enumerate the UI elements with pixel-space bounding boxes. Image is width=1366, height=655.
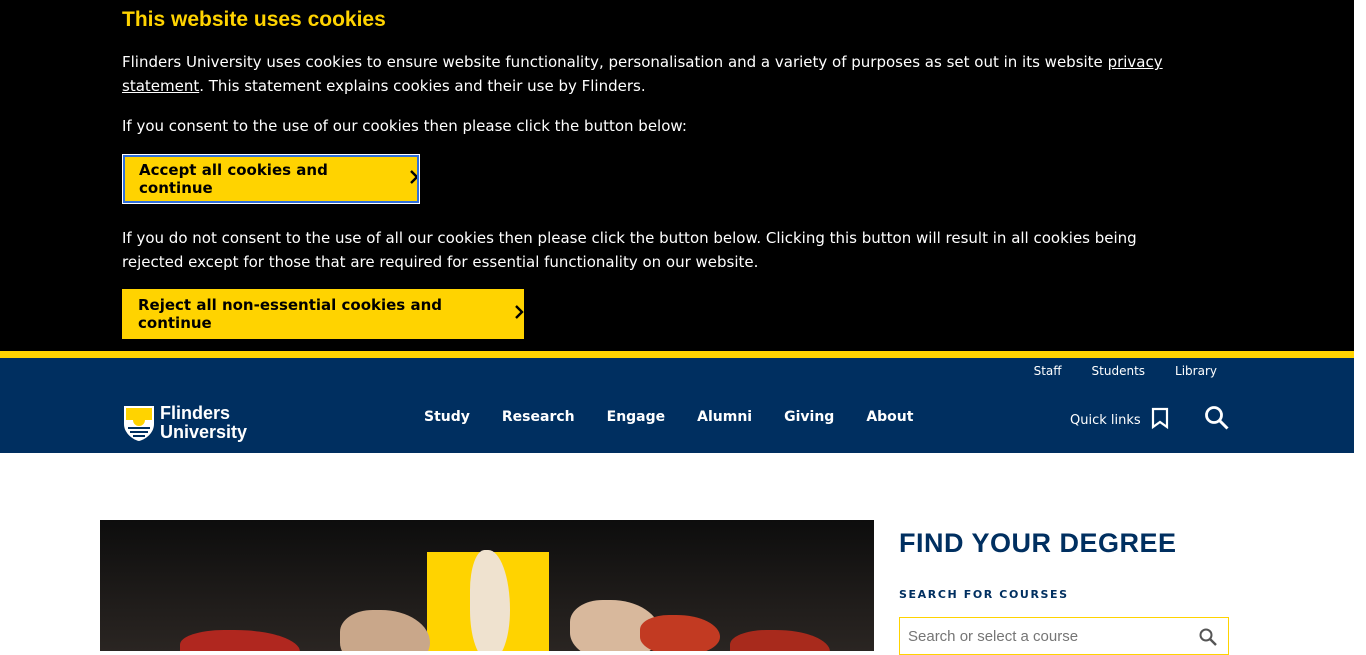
nav-item-study[interactable]: Study — [424, 409, 470, 425]
nav-item-research[interactable]: Research — [502, 409, 575, 425]
nav-item-alumni[interactable]: Alumni — [697, 409, 752, 425]
bookmark-icon — [1151, 407, 1169, 433]
yellow-divider — [0, 351, 1354, 358]
reject-cookies-button[interactable]: Reject all non-essential cookies and con… — [122, 289, 524, 339]
site-header: Staff Students Library Flinders Universi… — [0, 358, 1354, 453]
logo-shield-icon — [124, 406, 154, 441]
quick-links-label: Quick links — [1070, 412, 1141, 428]
nav-item-about[interactable]: About — [866, 409, 913, 425]
main-nav: Study Research Engage Alumni Giving Abou… — [424, 409, 945, 425]
reject-cookies-label: Reject all non-essential cookies and con… — [138, 296, 442, 332]
search-icon[interactable] — [1204, 405, 1230, 435]
flinders-logo[interactable]: Flinders University — [122, 403, 262, 443]
accept-cookies-label: Accept all cookies and continue — [139, 161, 328, 197]
cookie-text-1-start: Flinders University uses cookies to ensu… — [122, 53, 1108, 71]
find-degree-title: FIND YOUR DEGREE — [899, 528, 1177, 558]
accept-cookies-button[interactable]: Accept all cookies and continue — [122, 154, 420, 204]
logo-line-2: University — [160, 422, 248, 442]
find-degree-panel: FIND YOUR DEGREE SEARCH FOR COURSES — [899, 528, 1229, 655]
utility-link-students[interactable]: Students — [1092, 364, 1146, 378]
chevron-right-icon — [514, 305, 524, 323]
course-search-input[interactable] — [900, 626, 1190, 646]
course-search-box — [899, 617, 1229, 655]
cookie-title: This website uses cookies — [122, 8, 386, 31]
hero-image — [100, 520, 874, 651]
utility-link-staff[interactable]: Staff — [1034, 364, 1062, 378]
cookie-text-1-end: . This statement explains cookies and th… — [199, 77, 646, 95]
cookie-text-1: Flinders University uses cookies to ensu… — [122, 50, 1232, 98]
logo-wordmark: Flinders University — [160, 404, 247, 442]
utility-nav: Staff Students Library — [1034, 364, 1217, 378]
logo-line-1: Flinders — [160, 403, 231, 423]
cookie-banner: This website uses cookies Flinders Unive… — [0, 0, 1354, 351]
nav-item-engage[interactable]: Engage — [607, 409, 666, 425]
cookie-text-2: If you consent to the use of our cookies… — [122, 117, 687, 135]
search-courses-label: SEARCH FOR COURSES — [899, 588, 1069, 601]
search-icon[interactable] — [1198, 627, 1218, 651]
quick-links-button[interactable]: Quick links — [1070, 407, 1169, 433]
nav-item-giving[interactable]: Giving — [784, 409, 834, 425]
utility-link-library[interactable]: Library — [1175, 364, 1217, 378]
chevron-right-icon — [409, 170, 419, 188]
cookie-text-3: If you do not consent to the use of all … — [122, 229, 1137, 271]
